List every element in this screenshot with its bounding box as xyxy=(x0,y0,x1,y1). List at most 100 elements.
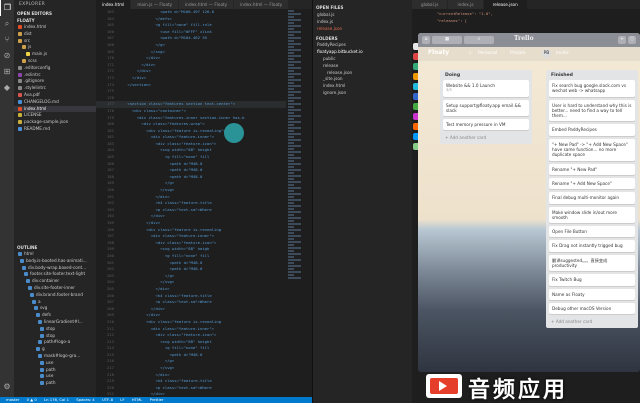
trello-card[interactable]: Debug other macOS Version xyxy=(549,302,635,315)
project-header[interactable]: FLOATY xyxy=(14,17,96,24)
code-line[interactable]: 177 <section class="features section tex… xyxy=(96,101,312,108)
status-encoding[interactable]: UTF-8 xyxy=(102,397,113,402)
code-line[interactable]: 168 </g> xyxy=(96,42,312,49)
code-line[interactable]: 166 <use fill="#FFF" xlink xyxy=(96,29,312,36)
trello-card[interactable]: Test memory pressure in VM xyxy=(443,119,529,131)
code-line[interactable]: 209 </div> xyxy=(96,312,312,319)
code-line[interactable]: 210 <div class="feature is-revealing xyxy=(96,319,312,326)
outline-item[interactable]: html xyxy=(14,251,96,258)
code-line[interactable]: 208 </div> xyxy=(96,306,312,313)
code-line[interactable]: 181 <div class="feature is-revealing"> xyxy=(96,128,312,135)
file-item[interactable]: CHANGELOG.md xyxy=(14,99,96,106)
folder-item[interactable]: _site.json xyxy=(313,76,412,83)
code-line[interactable]: 182 <div class="feature-inner"> xyxy=(96,134,312,141)
code-line[interactable]: 200 <g fill="none" fill xyxy=(96,253,312,260)
files-icon[interactable]: ❐ xyxy=(0,0,14,16)
code-line[interactable]: 190 </svg> xyxy=(96,187,312,194)
editor-tab[interactable]: index.js xyxy=(448,0,484,9)
file-item[interactable]: LICENSE xyxy=(14,112,96,119)
trello-card[interactable]: Make window slide in/out more smooth xyxy=(549,206,635,224)
file-item[interactable]: dist xyxy=(14,31,96,38)
status-position[interactable]: Ln 176, Col 1 xyxy=(44,397,69,402)
boards-button[interactable]: ▦ xyxy=(432,36,462,44)
minimap[interactable] xyxy=(286,9,312,397)
search-icon[interactable]: ⌕ xyxy=(0,16,14,32)
code-line[interactable]: 188 <path d="M48.0 xyxy=(96,174,312,181)
code-line[interactable]: 201 <path d="M48.0 xyxy=(96,260,312,267)
open-editors-header[interactable]: OPEN EDITORS xyxy=(14,10,96,17)
outline-item[interactable]: div.container xyxy=(14,278,96,285)
code-line[interactable]: 164 </defs> xyxy=(96,16,312,23)
code-line[interactable]: 171 </div> xyxy=(96,62,312,69)
trello-card[interactable]: "+ New Pad" -> "+ Add New Space" have sa… xyxy=(549,138,635,161)
code-line[interactable]: 172 </div> xyxy=(96,68,312,75)
code-line[interactable]: 216 </g> xyxy=(96,358,312,365)
code-line[interactable]: 197 <div class="feature-inner"> xyxy=(96,233,312,240)
trello-card[interactable]: Website && 1.0 Launch 3/5 xyxy=(443,80,529,97)
info-icon[interactable]: ⓘ xyxy=(628,36,636,44)
trello-card[interactable]: User is hard to understand why this is b… xyxy=(549,99,635,122)
trello-card[interactable]: Fix Drag not instantly trigged bug xyxy=(549,240,635,252)
folder-item[interactable]: public xyxy=(313,56,412,63)
code-area[interactable]: 163 <path d="M106.497 126.6 164 </defs> 16… xyxy=(96,9,312,397)
outline-item[interactable]: div.body-wrap.boxed-cont... xyxy=(14,265,96,272)
list-title[interactable]: Doing xyxy=(440,70,532,80)
file-item[interactable]: .gitignore xyxy=(14,78,96,85)
editor-tab[interactable]: index.html xyxy=(96,0,132,9)
code-line[interactable]: 163 <path d="M106.497 126.6 xyxy=(96,9,312,16)
board-team[interactable]: Personal xyxy=(478,51,497,56)
star-icon[interactable]: ☆ xyxy=(468,51,472,56)
avatar[interactable]: PB xyxy=(542,49,551,58)
trello-card[interactable]: Name as Floaty xyxy=(549,288,635,300)
trello-card[interactable]: Fix search bug google.slack.com vs wecha… xyxy=(549,80,635,97)
file-item[interactable]: Ava.pdf xyxy=(14,92,96,99)
code-line[interactable]: 183 <div class="feature-icon"> xyxy=(96,141,312,148)
code-line[interactable]: "releases": [ xyxy=(412,18,640,25)
file-item[interactable]: js xyxy=(14,44,96,51)
editor-tab[interactable]: index.html — Floaty xyxy=(179,0,235,9)
code-line[interactable]: 220 <p class="text-sm">Where xyxy=(96,385,312,392)
code-line[interactable]: 211 <div class="feature-inner"> xyxy=(96,326,312,333)
folder-item[interactable]: index.html xyxy=(313,83,412,90)
code-line[interactable]: 203 </g> xyxy=(96,273,312,280)
outline-item[interactable]: div.brand.footer-brand xyxy=(14,292,96,299)
outline-item[interactable]: a xyxy=(14,299,96,306)
board-title[interactable]: Floaty xyxy=(428,49,449,56)
trello-card[interactable]: Embed PaddyRecipes xyxy=(549,124,635,136)
code-line[interactable]: 205 </div> xyxy=(96,286,312,293)
code-line[interactable]: 215 <path d="M48.0 xyxy=(96,352,312,359)
editor-tab[interactable]: main.js — Floaty xyxy=(131,0,180,9)
debug-icon[interactable]: ⊘ xyxy=(0,48,14,64)
status-branch[interactable]: master xyxy=(6,397,19,402)
code-line[interactable]: 178 <div class="container"> xyxy=(96,108,312,115)
trello-card[interactable]: Fix Twitch Bug xyxy=(549,274,635,286)
code-line[interactable]: 170 </div> xyxy=(96,55,312,62)
file-item[interactable]: package-sample.json xyxy=(14,119,96,126)
extensions-icon[interactable]: ⊞ xyxy=(0,64,14,80)
outline-item[interactable]: stop xyxy=(14,326,96,333)
add-icon[interactable]: + xyxy=(618,36,626,44)
code-line[interactable]: 169 </svg> xyxy=(96,49,312,56)
open-file-item[interactable]: global.js xyxy=(313,12,412,19)
code-line[interactable]: 187 <path d="M48.0 xyxy=(96,167,312,174)
code-line[interactable]: 198 <div class="feature-icon"> xyxy=(96,240,312,247)
board-visibility[interactable]: Private xyxy=(510,51,526,56)
code-line[interactable]: 191 </div> xyxy=(96,194,312,201)
outline-item[interactable]: stop xyxy=(14,333,96,340)
code-line[interactable]: 195 </div> xyxy=(96,220,312,227)
outline-item[interactable]: mask#logo-gra... xyxy=(14,353,96,360)
code-line[interactable]: 175 xyxy=(96,88,312,95)
code-line[interactable]: 165 <g fill="none" fill-rule xyxy=(96,22,312,29)
code-line[interactable]: 167 <path d="M104.462 55 xyxy=(96,35,312,42)
file-item[interactable]: .editorconfig xyxy=(14,65,96,72)
code-line[interactable]: 199 <svg width="88" heigh xyxy=(96,246,312,253)
search-input[interactable]: ⌕ xyxy=(464,36,494,44)
open-files-header[interactable]: OPEN FILES xyxy=(313,0,412,12)
folder-item[interactable]: release xyxy=(313,63,412,70)
folder-item[interactable]: release.json xyxy=(313,70,412,77)
outline-item[interactable]: g xyxy=(14,346,96,353)
outline-item[interactable]: linearGradient#l... xyxy=(14,319,96,326)
folder-item[interactable]: ignore.json xyxy=(313,90,412,97)
file-item[interactable]: scss xyxy=(14,58,96,65)
open-file-item[interactable]: index.js xyxy=(313,19,412,26)
